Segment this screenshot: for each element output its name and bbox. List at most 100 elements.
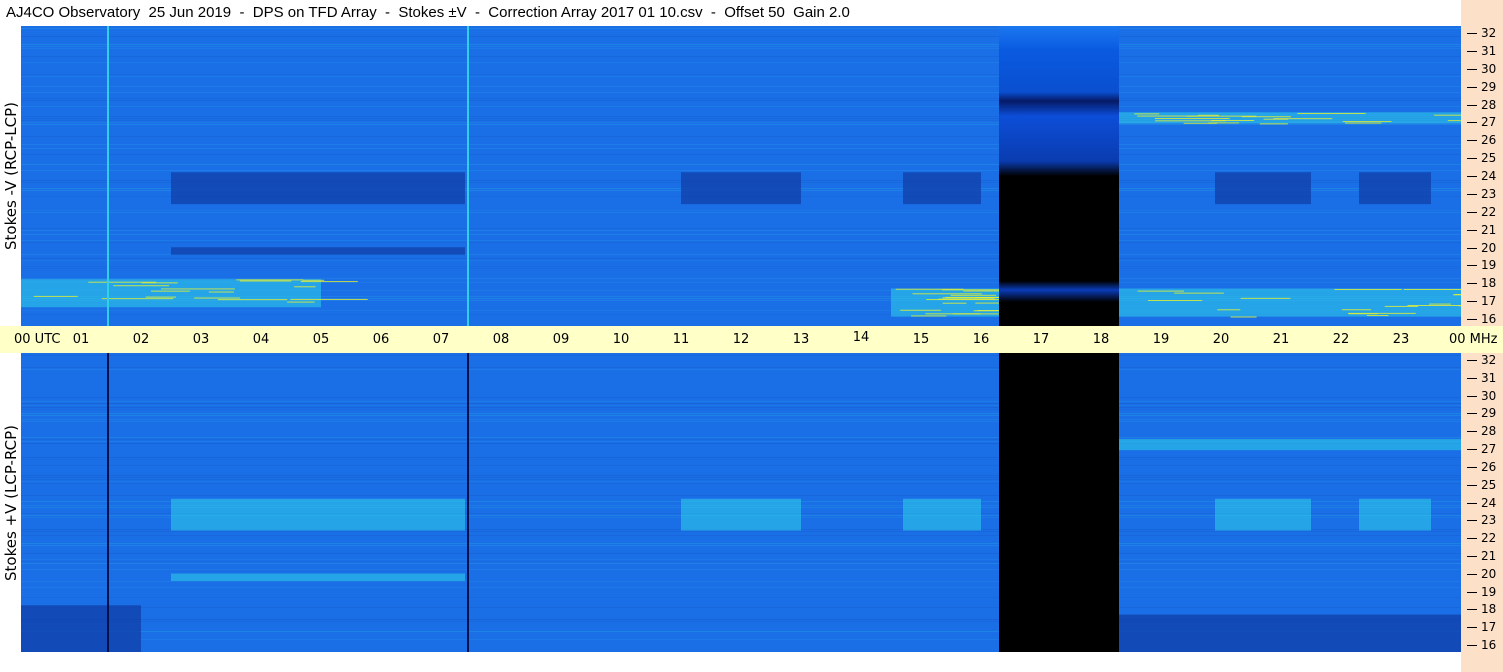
noise-striation bbox=[21, 210, 1461, 211]
frequency-tick bbox=[1467, 591, 1477, 593]
time-tick-label: 00 MHz bbox=[1449, 332, 1498, 347]
noise-striation bbox=[21, 413, 1461, 414]
data-gap bbox=[999, 353, 1119, 652]
noise-striation bbox=[21, 401, 1461, 402]
frequency-tick-label: 29 bbox=[1481, 79, 1497, 94]
noise-striation bbox=[21, 355, 1461, 356]
hot-speckle bbox=[911, 315, 947, 317]
hot-speckle bbox=[1348, 313, 1378, 315]
noise-striation bbox=[21, 405, 1461, 406]
frequency-tick bbox=[1467, 176, 1477, 177]
time-tick-label: 10 bbox=[612, 332, 630, 347]
noise-striation bbox=[21, 543, 1461, 544]
frequency-tick bbox=[1467, 609, 1477, 611]
noise-striation bbox=[21, 561, 1461, 562]
time-tick-label: 06 bbox=[372, 332, 390, 347]
hot-speckle bbox=[1217, 309, 1241, 311]
time-tick-label: 02 bbox=[132, 332, 150, 347]
hot-speckle bbox=[302, 279, 325, 281]
vertical-marker-line bbox=[107, 26, 109, 326]
hot-speckle bbox=[1384, 305, 1418, 307]
dark-band bbox=[1119, 614, 1461, 652]
hot-speckle bbox=[161, 288, 235, 290]
frequency-tick bbox=[1467, 33, 1477, 34]
hot-speckle bbox=[113, 285, 170, 287]
frequency-tick-label: 28 bbox=[1481, 424, 1497, 439]
hot-speckle bbox=[101, 298, 174, 300]
vertical-marker-line bbox=[467, 353, 469, 652]
hot-speckle bbox=[1174, 292, 1224, 294]
frequency-tick-label: 31 bbox=[1481, 43, 1497, 58]
hot-speckle bbox=[1434, 114, 1461, 116]
noise-striation bbox=[21, 56, 1461, 57]
frequency-tick-label: 30 bbox=[1481, 388, 1497, 403]
noise-striation bbox=[21, 437, 1461, 438]
noise-striation bbox=[21, 154, 1461, 155]
time-tick-label: 09 bbox=[552, 332, 570, 347]
hot-speckle bbox=[294, 286, 316, 288]
time-tick-label: 17 bbox=[1032, 332, 1050, 347]
hot-speckle bbox=[145, 296, 176, 298]
dark-band bbox=[1359, 172, 1431, 205]
frequency-tick bbox=[1467, 555, 1477, 557]
hot-speckle bbox=[1342, 121, 1392, 123]
dark-band bbox=[681, 172, 801, 205]
noise-striation bbox=[21, 124, 1461, 125]
hot-speckle bbox=[925, 313, 981, 315]
noise-striation bbox=[21, 475, 1461, 476]
frequency-tick-label: 21 bbox=[1481, 548, 1497, 563]
noise-striation bbox=[21, 607, 1461, 608]
frequency-tick-label: 19 bbox=[1481, 258, 1497, 273]
noise-striation bbox=[21, 100, 1461, 101]
time-tick-label: 18 bbox=[1092, 332, 1110, 347]
hot-speckle bbox=[1154, 118, 1230, 120]
dark-band bbox=[1215, 172, 1311, 205]
time-tick-label: 11 bbox=[672, 332, 690, 347]
frequency-tick-label: 18 bbox=[1481, 276, 1497, 291]
hot-speckle bbox=[287, 301, 315, 303]
noise-striation bbox=[21, 98, 1461, 99]
frequency-tick bbox=[1467, 377, 1477, 379]
hot-speckle bbox=[1211, 119, 1255, 121]
noise-striation bbox=[21, 409, 1461, 410]
noise-striation bbox=[21, 228, 1461, 229]
noise-striation bbox=[21, 46, 1461, 47]
noise-striation bbox=[21, 170, 1461, 171]
frequency-tick-label: 24 bbox=[1481, 495, 1497, 510]
hot-speckle bbox=[1137, 290, 1185, 292]
frequency-tick bbox=[1467, 86, 1477, 88]
time-tick-label: 04 bbox=[252, 332, 270, 347]
bright-band bbox=[1215, 498, 1311, 531]
frequency-tick bbox=[1467, 431, 1477, 433]
bottom-frequency-axis: 32 31 30 29 28 27 26 25 24 23 22 21 20 19 18 17 16 bbox=[1461, 353, 1503, 652]
noise-striation bbox=[21, 459, 1461, 460]
noise-striation bbox=[21, 421, 1461, 422]
hot-speckle bbox=[1148, 300, 1203, 302]
frequency-tick-label: 20 bbox=[1481, 240, 1497, 255]
frequency-tick bbox=[1467, 193, 1477, 195]
time-tick-label: 00 UTC bbox=[14, 332, 61, 347]
noise-striation bbox=[21, 278, 1461, 279]
top-frequency-axis: 32 31 30 29 28 27 26 25 24 23 22 21 20 19 18 17 16 bbox=[1461, 26, 1503, 326]
noise-striation bbox=[21, 535, 1461, 536]
time-tick-label: 12 bbox=[732, 332, 750, 347]
hot-speckle bbox=[1403, 288, 1461, 290]
noise-striation bbox=[21, 407, 1461, 408]
hot-speckle bbox=[1197, 114, 1219, 116]
frequency-tick-label: 24 bbox=[1481, 169, 1497, 183]
data-gap bbox=[999, 26, 1119, 326]
bright-band bbox=[1119, 288, 1461, 317]
noise-striation bbox=[21, 397, 1461, 398]
frequency-tick bbox=[1467, 301, 1477, 303]
hot-speckle bbox=[236, 279, 304, 281]
noise-striation bbox=[21, 483, 1461, 484]
hot-speckle bbox=[1297, 112, 1366, 114]
noise-striation bbox=[21, 367, 1461, 368]
noise-striation bbox=[21, 415, 1461, 416]
frequency-tick-label: 18 bbox=[1481, 602, 1497, 617]
time-tick-label: 22 bbox=[1332, 332, 1350, 347]
frequency-tick-label: 20 bbox=[1481, 566, 1497, 581]
noise-striation bbox=[21, 92, 1461, 93]
top-spectrogram-svg bbox=[21, 26, 1461, 326]
noise-striation bbox=[21, 587, 1461, 588]
